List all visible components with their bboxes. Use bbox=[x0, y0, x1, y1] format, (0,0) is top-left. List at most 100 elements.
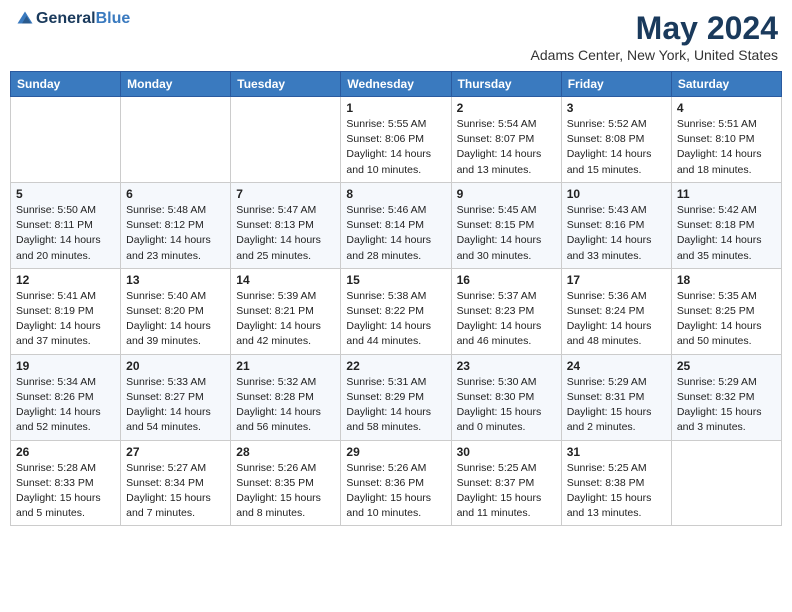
day-number: 30 bbox=[457, 445, 556, 459]
day-of-week-header: Sunday bbox=[11, 72, 121, 97]
day-info: Sunrise: 5:41 AM Sunset: 8:19 PM Dayligh… bbox=[16, 289, 115, 350]
calendar-cell: 16 Sunrise: 5:37 AM Sunset: 8:23 PM Dayli… bbox=[451, 268, 561, 354]
calendar-cell: 10 Sunrise: 5:43 AM Sunset: 8:16 PM Dayli… bbox=[561, 182, 671, 268]
logo-text-general: General bbox=[36, 10, 96, 27]
calendar-cell: 24 Sunrise: 5:29 AM Sunset: 8:31 PM Dayli… bbox=[561, 354, 671, 440]
logo-icon bbox=[16, 10, 34, 28]
day-number: 3 bbox=[567, 101, 666, 115]
day-number: 1 bbox=[346, 101, 445, 115]
day-number: 13 bbox=[126, 273, 225, 287]
day-info: Sunrise: 5:32 AM Sunset: 8:28 PM Dayligh… bbox=[236, 375, 335, 436]
day-number: 29 bbox=[346, 445, 445, 459]
calendar-cell bbox=[231, 97, 341, 183]
calendar-cell: 21Sunrise: 5:32 AM Sunset: 8:28 PM Dayli… bbox=[231, 354, 341, 440]
calendar-cell: 3 Sunrise: 5:52 AM Sunset: 8:08 PM Daylig… bbox=[561, 97, 671, 183]
calendar-cell: 23 Sunrise: 5:30 AM Sunset: 8:30 PM Dayli… bbox=[451, 354, 561, 440]
day-info: Sunrise: 5:36 AM Sunset: 8:24 PM Dayligh… bbox=[567, 289, 666, 350]
day-number: 5 bbox=[16, 187, 115, 201]
day-info: Sunrise: 5:39 AM Sunset: 8:21 PM Dayligh… bbox=[236, 289, 335, 350]
day-info: Sunrise: 5:31 AM Sunset: 8:29 PM Dayligh… bbox=[346, 375, 445, 436]
day-of-week-header: Thursday bbox=[451, 72, 561, 97]
day-info: Sunrise: 5:42 AM Sunset: 8:18 PM Dayligh… bbox=[677, 203, 776, 264]
day-of-week-header: Wednesday bbox=[341, 72, 451, 97]
day-info: Sunrise: 5:25 AM Sunset: 8:37 PM Dayligh… bbox=[457, 461, 556, 522]
day-number: 24 bbox=[567, 359, 666, 373]
day-info: Sunrise: 5:52 AM Sunset: 8:08 PM Dayligh… bbox=[567, 117, 666, 178]
day-info: Sunrise: 5:29 AM Sunset: 8:31 PM Dayligh… bbox=[567, 375, 666, 436]
day-number: 27 bbox=[126, 445, 225, 459]
day-info: Sunrise: 5:30 AM Sunset: 8:30 PM Dayligh… bbox=[457, 375, 556, 436]
day-info: Sunrise: 5:43 AM Sunset: 8:16 PM Dayligh… bbox=[567, 203, 666, 264]
day-number: 28 bbox=[236, 445, 335, 459]
day-number: 14 bbox=[236, 273, 335, 287]
day-info: Sunrise: 5:33 AM Sunset: 8:27 PM Dayligh… bbox=[126, 375, 225, 436]
calendar-cell: 4Sunrise: 5:51 AM Sunset: 8:10 PM Daylig… bbox=[671, 97, 781, 183]
calendar-header-row: SundayMondayTuesdayWednesdayThursdayFrid… bbox=[11, 72, 782, 97]
calendar-cell: 18 Sunrise: 5:35 AM Sunset: 8:25 PM Dayli… bbox=[671, 268, 781, 354]
day-info: Sunrise: 5:45 AM Sunset: 8:15 PM Dayligh… bbox=[457, 203, 556, 264]
day-info: Sunrise: 5:27 AM Sunset: 8:34 PM Dayligh… bbox=[126, 461, 225, 522]
calendar-cell: 2 Sunrise: 5:54 AM Sunset: 8:07 PM Daylig… bbox=[451, 97, 561, 183]
calendar-week-row: 26Sunrise: 5:28 AM Sunset: 8:33 PM Dayli… bbox=[11, 440, 782, 526]
calendar-week-row: 12 Sunrise: 5:41 AM Sunset: 8:19 PM Dayli… bbox=[11, 268, 782, 354]
day-number: 22 bbox=[346, 359, 445, 373]
day-info: Sunrise: 5:48 AM Sunset: 8:12 PM Dayligh… bbox=[126, 203, 225, 264]
day-number: 10 bbox=[567, 187, 666, 201]
logo-text-blue: Blue bbox=[96, 10, 131, 27]
day-info: Sunrise: 5:34 AM Sunset: 8:26 PM Dayligh… bbox=[16, 375, 115, 436]
day-number: 31 bbox=[567, 445, 666, 459]
calendar-cell: 19 Sunrise: 5:34 AM Sunset: 8:26 PM Dayli… bbox=[11, 354, 121, 440]
calendar-cell: 8Sunrise: 5:46 AM Sunset: 8:14 PM Daylig… bbox=[341, 182, 451, 268]
calendar-week-row: 19 Sunrise: 5:34 AM Sunset: 8:26 PM Dayli… bbox=[11, 354, 782, 440]
day-info: Sunrise: 5:50 AM Sunset: 8:11 PM Dayligh… bbox=[16, 203, 115, 264]
calendar-cell: 25Sunrise: 5:29 AM Sunset: 8:32 PM Dayli… bbox=[671, 354, 781, 440]
calendar-cell: 12 Sunrise: 5:41 AM Sunset: 8:19 PM Dayli… bbox=[11, 268, 121, 354]
page-header: GeneralBlue May 2024 Adams Center, New Y… bbox=[10, 10, 782, 63]
calendar-cell bbox=[671, 440, 781, 526]
day-number: 9 bbox=[457, 187, 556, 201]
day-info: Sunrise: 5:35 AM Sunset: 8:25 PM Dayligh… bbox=[677, 289, 776, 350]
calendar-table: SundayMondayTuesdayWednesdayThursdayFrid… bbox=[10, 71, 782, 526]
calendar-cell: 5 Sunrise: 5:50 AM Sunset: 8:11 PM Daylig… bbox=[11, 182, 121, 268]
calendar-cell: 7Sunrise: 5:47 AM Sunset: 8:13 PM Daylig… bbox=[231, 182, 341, 268]
calendar-cell: 31Sunrise: 5:25 AM Sunset: 8:38 PM Dayli… bbox=[561, 440, 671, 526]
calendar-cell: 13Sunrise: 5:40 AM Sunset: 8:20 PM Dayli… bbox=[121, 268, 231, 354]
location-subtitle: Adams Center, New York, United States bbox=[531, 47, 778, 63]
day-info: Sunrise: 5:54 AM Sunset: 8:07 PM Dayligh… bbox=[457, 117, 556, 178]
day-of-week-header: Monday bbox=[121, 72, 231, 97]
day-number: 25 bbox=[677, 359, 776, 373]
calendar-cell bbox=[11, 97, 121, 183]
day-info: Sunrise: 5:37 AM Sunset: 8:23 PM Dayligh… bbox=[457, 289, 556, 350]
day-number: 19 bbox=[16, 359, 115, 373]
calendar-cell: 1 Sunrise: 5:55 AM Sunset: 8:06 PM Daylig… bbox=[341, 97, 451, 183]
calendar-cell: 30 Sunrise: 5:25 AM Sunset: 8:37 PM Dayli… bbox=[451, 440, 561, 526]
day-number: 2 bbox=[457, 101, 556, 115]
day-info: Sunrise: 5:26 AM Sunset: 8:35 PM Dayligh… bbox=[236, 461, 335, 522]
calendar-week-row: 1 Sunrise: 5:55 AM Sunset: 8:06 PM Daylig… bbox=[11, 97, 782, 183]
day-of-week-header: Tuesday bbox=[231, 72, 341, 97]
day-number: 20 bbox=[126, 359, 225, 373]
calendar-cell: 20 Sunrise: 5:33 AM Sunset: 8:27 PM Dayli… bbox=[121, 354, 231, 440]
calendar-cell: 15Sunrise: 5:38 AM Sunset: 8:22 PM Dayli… bbox=[341, 268, 451, 354]
day-number: 18 bbox=[677, 273, 776, 287]
day-number: 16 bbox=[457, 273, 556, 287]
day-info: Sunrise: 5:28 AM Sunset: 8:33 PM Dayligh… bbox=[16, 461, 115, 522]
calendar-cell: 26Sunrise: 5:28 AM Sunset: 8:33 PM Dayli… bbox=[11, 440, 121, 526]
calendar-week-row: 5 Sunrise: 5:50 AM Sunset: 8:11 PM Daylig… bbox=[11, 182, 782, 268]
calendar-cell: 6Sunrise: 5:48 AM Sunset: 8:12 PM Daylig… bbox=[121, 182, 231, 268]
day-number: 15 bbox=[346, 273, 445, 287]
day-of-week-header: Friday bbox=[561, 72, 671, 97]
calendar-cell: 22 Sunrise: 5:31 AM Sunset: 8:29 PM Dayli… bbox=[341, 354, 451, 440]
day-info: Sunrise: 5:26 AM Sunset: 8:36 PM Dayligh… bbox=[346, 461, 445, 522]
calendar-cell: 11Sunrise: 5:42 AM Sunset: 8:18 PM Dayli… bbox=[671, 182, 781, 268]
calendar-cell: 29 Sunrise: 5:26 AM Sunset: 8:36 PM Dayli… bbox=[341, 440, 451, 526]
day-number: 23 bbox=[457, 359, 556, 373]
title-block: May 2024 Adams Center, New York, United … bbox=[531, 10, 778, 63]
day-info: Sunrise: 5:55 AM Sunset: 8:06 PM Dayligh… bbox=[346, 117, 445, 178]
day-number: 12 bbox=[16, 273, 115, 287]
day-number: 17 bbox=[567, 273, 666, 287]
day-info: Sunrise: 5:47 AM Sunset: 8:13 PM Dayligh… bbox=[236, 203, 335, 264]
logo: GeneralBlue bbox=[14, 10, 130, 28]
day-number: 8 bbox=[346, 187, 445, 201]
calendar-cell: 14 Sunrise: 5:39 AM Sunset: 8:21 PM Dayli… bbox=[231, 268, 341, 354]
